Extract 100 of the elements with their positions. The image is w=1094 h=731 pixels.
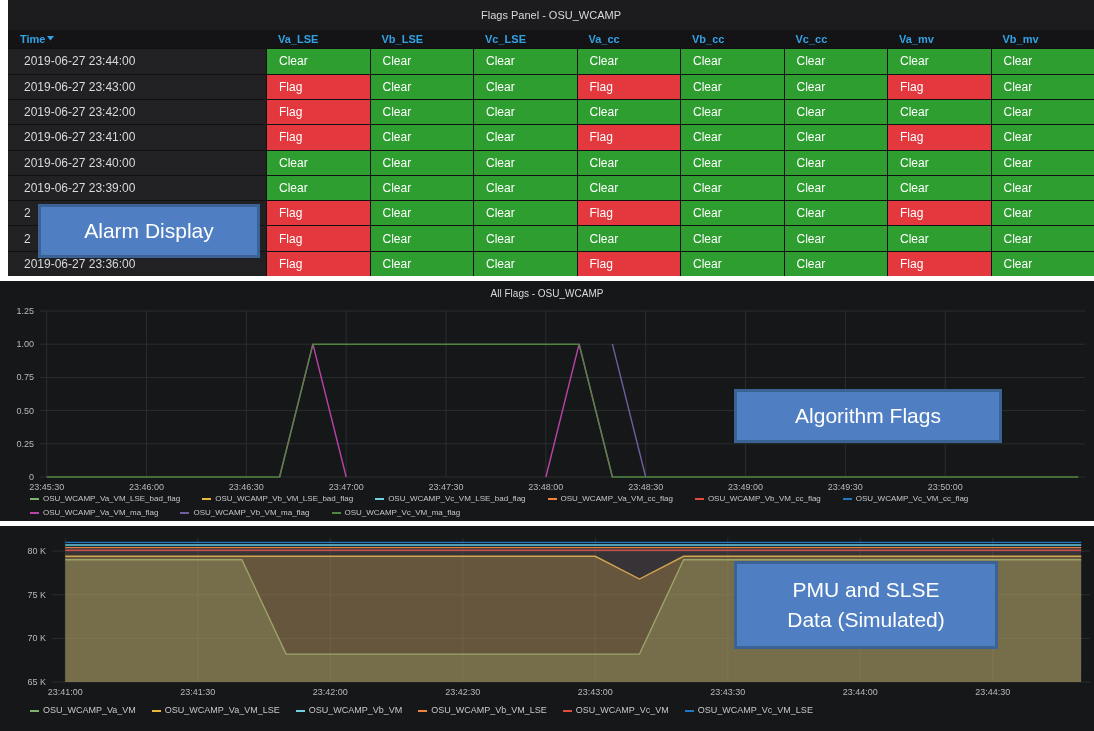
column-header[interactable]: Va_mv <box>887 29 991 49</box>
x-tick-label: 23:42:00 <box>312 687 348 697</box>
status-cell: Clear <box>473 251 577 276</box>
x-tick-label: 23:49:30 <box>827 482 863 492</box>
status-cell: Clear <box>783 201 887 226</box>
column-header[interactable]: Vb_mv <box>990 29 1094 49</box>
status-cell: Clear <box>369 150 473 175</box>
y-tick-label: 0.50 <box>16 405 34 416</box>
status-cell: Clear <box>473 150 577 175</box>
legend-swatch-icon <box>295 709 305 712</box>
status-cell: Clear <box>680 99 784 125</box>
status-cell: Clear <box>990 74 1094 99</box>
legend-swatch-icon <box>418 709 428 712</box>
status-cell: Clear <box>576 49 680 74</box>
column-header[interactable]: Vc_cc <box>783 29 887 49</box>
legend-label[interactable]: OSU_WCAMP_Vc_VM_cc_flag <box>855 493 969 505</box>
legend-label[interactable]: OSU_WCAMP_Va_VM_ma_flag <box>43 507 159 519</box>
status-cell: Clear <box>783 251 887 276</box>
legend-swatch-icon <box>562 709 572 712</box>
status-cell: Clear <box>266 49 370 74</box>
status-cell: Clear <box>783 125 887 150</box>
status-cell: Clear <box>680 251 784 276</box>
legend-swatch-icon <box>151 709 161 712</box>
status-cell: Clear <box>576 175 680 201</box>
y-tick-label: 1.25 <box>16 306 34 316</box>
x-tick-label: 23:47:30 <box>428 482 464 492</box>
status-cell: Flag <box>887 74 991 99</box>
legend-swatch-icon <box>30 709 39 712</box>
legend-label[interactable]: OSU_WCAMP_Vb_VM_LSE_bad_flag <box>215 493 354 505</box>
legend-label[interactable]: OSU_WCAMP_Va_VM_cc_flag <box>560 493 673 505</box>
time-cell: 2019-06-27 23:43:00 <box>8 74 266 99</box>
legend-label[interactable]: OSU_WCAMP_Va_VM_LSE <box>164 704 280 718</box>
status-cell: Clear <box>369 201 473 226</box>
legend-label[interactable]: OSU_WCAMP_Va_VM_LSE_bad_flag <box>43 493 181 505</box>
status-cell: Clear <box>680 125 784 150</box>
status-cell: Clear <box>783 150 887 175</box>
status-cell: Clear <box>680 201 784 226</box>
status-cell: Clear <box>887 150 991 175</box>
status-cell: Flag <box>576 125 680 150</box>
status-cell: Flag <box>266 99 370 125</box>
status-cell: Clear <box>369 226 473 251</box>
time-cell: 2019-06-27 23:42:00 <box>8 99 266 125</box>
status-cell: Flag <box>887 125 991 150</box>
legend-label[interactable]: OSU_WCAMP_Vb_VM <box>308 704 403 718</box>
status-cell: Clear <box>369 74 473 99</box>
status-cell: Flag <box>576 201 680 226</box>
status-cell: Clear <box>680 226 784 251</box>
status-cell: Clear <box>473 125 577 150</box>
status-cell: Clear <box>887 175 991 201</box>
x-tick-label: 23:42:30 <box>445 687 481 697</box>
status-cell: Flag <box>266 125 370 150</box>
legend-label[interactable]: OSU_WCAMP_Vc_VM_ma_flag <box>344 507 461 519</box>
x-tick-label: 23:46:30 <box>228 482 264 492</box>
legend-label[interactable]: OSU_WCAMP_Vb_VM_ma_flag <box>193 507 310 519</box>
column-header[interactable]: Vb_cc <box>680 29 784 49</box>
y-tick-label: 75 K <box>27 589 46 600</box>
time-cell: 2019-06-27 23:41:00 <box>8 125 266 150</box>
x-tick-label: 23:44:30 <box>975 687 1011 697</box>
panel-title: All Flags - OSU_WCAMP <box>489 286 605 301</box>
column-header[interactable]: Va_LSE <box>266 29 370 49</box>
status-cell: Flag <box>887 201 991 226</box>
status-cell: Clear <box>887 99 991 125</box>
status-cell: Clear <box>576 99 680 125</box>
panel-title: Flags Panel - OSU_WCAMP <box>480 7 622 23</box>
y-tick-label: 70 K <box>27 633 46 644</box>
status-cell: Clear <box>783 74 887 99</box>
status-cell: Clear <box>990 99 1094 125</box>
column-header[interactable]: Vb_LSE <box>369 29 473 49</box>
time-cell: 2019-06-27 23:39:00 <box>8 175 266 201</box>
legend-label[interactable]: OSU_WCAMP_Vc_VM <box>575 704 669 718</box>
status-cell: Clear <box>473 99 577 125</box>
column-header[interactable]: Va_cc <box>576 29 680 49</box>
column-header[interactable]: Vc_LSE <box>473 29 577 49</box>
legend-label[interactable]: OSU_WCAMP_Vc_VM_LSE <box>697 704 813 718</box>
status-cell: Clear <box>369 175 473 201</box>
status-cell: Clear <box>473 226 577 251</box>
status-cell: Clear <box>369 251 473 276</box>
status-cell: Flag <box>266 74 370 99</box>
status-cell: Clear <box>887 226 991 251</box>
status-cell: Clear <box>680 175 784 201</box>
status-cell: Clear <box>680 49 784 74</box>
legend-label[interactable]: OSU_WCAMP_Vb_VM_LSE <box>431 704 547 718</box>
column-header[interactable]: Time <box>8 29 266 49</box>
status-cell: Clear <box>990 125 1094 150</box>
x-tick-label: 23:50:00 <box>927 482 963 492</box>
status-cell: Clear <box>990 226 1094 251</box>
legend-label[interactable]: OSU_WCAMP_Vb_VM_cc_flag <box>707 493 821 505</box>
legend-label[interactable]: OSU_WCAMP_Va_VM <box>43 704 136 718</box>
y-tick-label: 0.75 <box>16 372 34 383</box>
y-tick-label: 65 K <box>27 677 46 687</box>
status-cell: Clear <box>266 150 370 175</box>
callout-label: PMU and SLSE Data (Simulated) <box>734 561 998 649</box>
legend-label[interactable]: OSU_WCAMP_Vc_VM_LSE_bad_flag <box>388 493 526 505</box>
y-tick-label: 0.25 <box>16 438 34 449</box>
x-tick-label: 23:43:00 <box>577 687 613 697</box>
status-cell: Clear <box>990 49 1094 74</box>
time-cell: 2019-06-27 23:40:00 <box>8 150 266 175</box>
callout-label: Alarm Display <box>38 204 260 258</box>
status-cell: Flag <box>887 251 991 276</box>
status-cell: Flag <box>576 251 680 276</box>
